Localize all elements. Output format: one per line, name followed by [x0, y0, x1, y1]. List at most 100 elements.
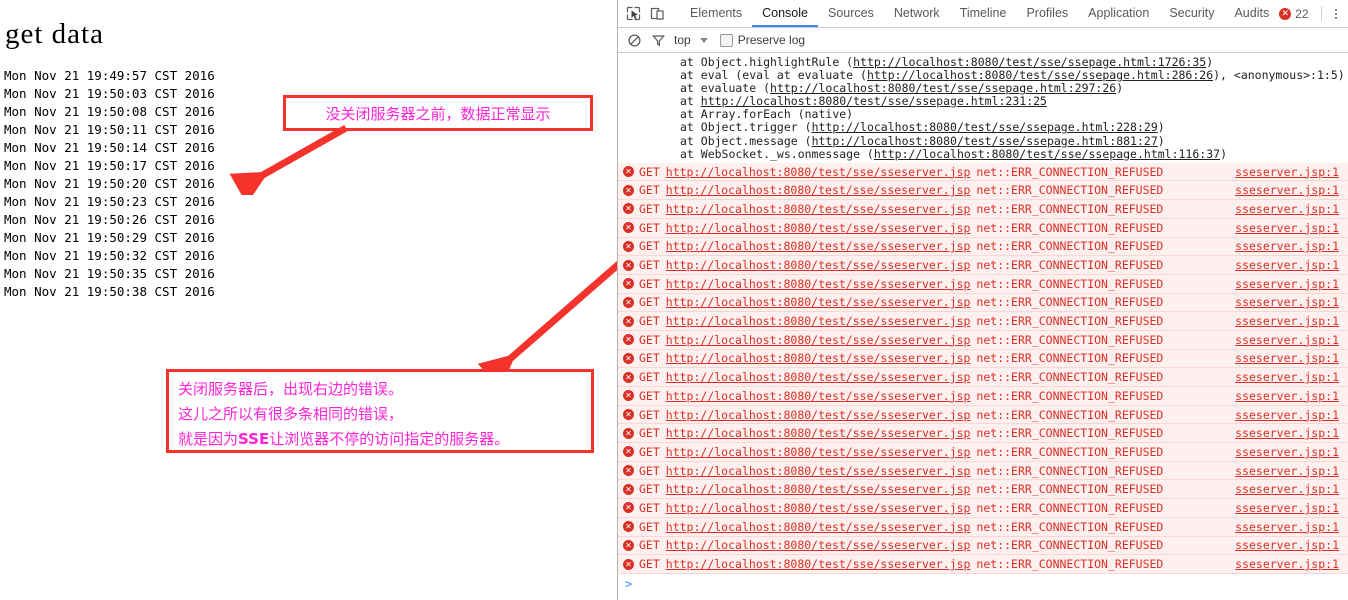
- stack-frame-link[interactable]: http://localhost:8080/test/sse/ssepage.h…: [812, 135, 1158, 148]
- stack-trace-line: at Object.trigger (http://localhost:8080…: [618, 121, 1348, 134]
- device-toolbar-icon[interactable]: [648, 4, 667, 23]
- preserve-log-checkbox[interactable]: [719, 33, 733, 47]
- error-request-url[interactable]: http://localhost:8080/test/sse/sseserver…: [666, 426, 971, 440]
- error-request-url[interactable]: http://localhost:8080/test/sse/sseserver…: [666, 183, 971, 197]
- console-error-row[interactable]: ✕ GET http://localhost:8080/test/sse/ssese…: [618, 443, 1348, 462]
- error-request-url[interactable]: http://localhost:8080/test/sse/sseserver…: [666, 557, 971, 571]
- error-source-link[interactable]: sseserver.jsp:1: [1235, 314, 1339, 328]
- tab-profiles[interactable]: Profiles: [1016, 0, 1078, 27]
- console-error-row[interactable]: ✕ GET http://localhost:8080/test/sse/ssese…: [618, 461, 1348, 481]
- error-source-link[interactable]: sseserver.jsp:1: [1235, 557, 1339, 571]
- error-source-link[interactable]: sseserver.jsp:1: [1235, 408, 1339, 422]
- error-request-url[interactable]: http://localhost:8080/test/sse/sseserver…: [666, 501, 971, 515]
- stack-frame-text: at Object.message (: [680, 134, 812, 148]
- tab-timeline[interactable]: Timeline: [950, 0, 1017, 27]
- tab-security[interactable]: Security: [1159, 0, 1224, 27]
- error-source-link[interactable]: sseserver.jsp:1: [1235, 165, 1339, 179]
- error-source-link[interactable]: sseserver.jsp:1: [1235, 501, 1339, 515]
- console-error-row[interactable]: ✕ GET http://localhost:8080/test/sse/ssese…: [618, 162, 1348, 182]
- preserve-log-toggle[interactable]: Preserve log: [719, 33, 805, 47]
- error-source-link[interactable]: sseserver.jsp:1: [1235, 445, 1339, 459]
- tab-elements[interactable]: Elements: [680, 0, 752, 27]
- console-error-row[interactable]: ✕ GET http://localhost:8080/test/sse/ssese…: [618, 555, 1348, 574]
- console-error-row[interactable]: ✕ GET http://localhost:8080/test/sse/ssese…: [618, 349, 1348, 369]
- error-source-link[interactable]: sseserver.jsp:1: [1235, 351, 1339, 365]
- error-request-url[interactable]: http://localhost:8080/test/sse/sseserver…: [666, 464, 971, 478]
- filter-funnel-icon[interactable]: [650, 32, 666, 48]
- clear-console-icon[interactable]: [626, 32, 642, 48]
- error-source-link[interactable]: sseserver.jsp:1: [1235, 183, 1339, 197]
- error-request-url[interactable]: http://localhost:8080/test/sse/sseserver…: [666, 389, 971, 403]
- execution-context-dropdown[interactable]: top: [674, 33, 708, 47]
- error-request-url[interactable]: http://localhost:8080/test/sse/sseserver…: [666, 445, 971, 459]
- console-error-row[interactable]: ✕ GET http://localhost:8080/test/sse/ssese…: [618, 181, 1348, 201]
- error-request-url[interactable]: http://localhost:8080/test/sse/sseserver…: [666, 520, 971, 534]
- error-source-link[interactable]: sseserver.jsp:1: [1235, 389, 1339, 403]
- tab-console[interactable]: Console: [752, 0, 818, 27]
- error-source-link[interactable]: sseserver.jsp:1: [1235, 277, 1339, 291]
- error-request-url[interactable]: http://localhost:8080/test/sse/sseserver…: [666, 258, 971, 272]
- error-request-url[interactable]: http://localhost:8080/test/sse/sseserver…: [666, 277, 971, 291]
- error-count-badge[interactable]: ✕ 22: [1279, 7, 1314, 21]
- error-source-link[interactable]: sseserver.jsp:1: [1235, 520, 1339, 534]
- error-source-link[interactable]: sseserver.jsp:1: [1235, 239, 1339, 253]
- console-error-row[interactable]: ✕ GET http://localhost:8080/test/sse/ssese…: [618, 424, 1348, 444]
- console-error-row[interactable]: ✕ GET http://localhost:8080/test/sse/ssese…: [618, 517, 1348, 537]
- stack-frame-link[interactable]: http://localhost:8080/test/sse/ssepage.h…: [701, 95, 1047, 108]
- inspect-element-icon[interactable]: [624, 4, 643, 23]
- error-source-link[interactable]: sseserver.jsp:1: [1235, 258, 1339, 272]
- tab-application[interactable]: Application: [1078, 0, 1159, 27]
- error-request-method: GET: [639, 557, 660, 572]
- stack-frame-link[interactable]: http://localhost:8080/test/sse/ssepage.h…: [867, 69, 1213, 82]
- error-request-url[interactable]: http://localhost:8080/test/sse/sseserver…: [666, 408, 971, 422]
- error-source-link[interactable]: sseserver.jsp:1: [1235, 538, 1339, 552]
- error-source-link[interactable]: sseserver.jsp:1: [1235, 295, 1339, 309]
- console-error-row[interactable]: ✕ GET http://localhost:8080/test/sse/ssese…: [618, 218, 1348, 238]
- stack-frame-link[interactable]: http://localhost:8080/test/sse/ssepage.h…: [770, 82, 1116, 95]
- error-request-url[interactable]: http://localhost:8080/test/sse/sseserver…: [666, 165, 971, 179]
- console-error-row[interactable]: ✕ GET http://localhost:8080/test/sse/ssese…: [618, 387, 1348, 406]
- tab-sources[interactable]: Sources: [818, 0, 884, 27]
- console-error-row[interactable]: ✕ GET http://localhost:8080/test/sse/ssese…: [618, 499, 1348, 518]
- console-error-row[interactable]: ✕ GET http://localhost:8080/test/sse/ssese…: [618, 368, 1348, 387]
- console-message-list[interactable]: at Object.highlightRule (http://localhos…: [618, 53, 1348, 600]
- console-error-row[interactable]: ✕ GET http://localhost:8080/test/sse/ssese…: [618, 200, 1348, 219]
- error-request-url[interactable]: http://localhost:8080/test/sse/sseserver…: [666, 314, 971, 328]
- error-source-link[interactable]: sseserver.jsp:1: [1235, 426, 1339, 440]
- tab-audits[interactable]: Audits: [1224, 0, 1279, 27]
- error-request-url[interactable]: http://localhost:8080/test/sse/sseserver…: [666, 221, 971, 235]
- console-error-row[interactable]: ✕ GET http://localhost:8080/test/sse/ssese…: [618, 312, 1348, 331]
- console-input-prompt[interactable]: >: [618, 573, 1348, 594]
- stack-frame-link[interactable]: http://localhost:8080/test/sse/ssepage.h…: [853, 56, 1206, 69]
- error-icon: ✕: [623, 166, 634, 178]
- console-error-row[interactable]: ✕ GET http://localhost:8080/test/sse/ssese…: [618, 256, 1348, 275]
- annotation-box-bottom: 关闭服务器后，出现右边的错误。 这儿之所以有很多条相同的错误， 就是因为SSE让…: [166, 369, 594, 453]
- console-error-row[interactable]: ✕ GET http://localhost:8080/test/sse/ssese…: [618, 536, 1348, 556]
- console-error-row[interactable]: ✕ GET http://localhost:8080/test/sse/ssese…: [618, 405, 1348, 425]
- error-request-url[interactable]: http://localhost:8080/test/sse/sseserver…: [666, 538, 971, 552]
- error-request-url[interactable]: http://localhost:8080/test/sse/sseserver…: [666, 370, 971, 384]
- error-source-link[interactable]: sseserver.jsp:1: [1235, 333, 1339, 347]
- error-request-url[interactable]: http://localhost:8080/test/sse/sseserver…: [666, 482, 971, 496]
- console-error-row[interactable]: ✕ GET http://localhost:8080/test/sse/ssese…: [618, 330, 1348, 350]
- error-message-text: net::ERR_CONNECTION_REFUSED: [976, 201, 1164, 216]
- stack-frame-link[interactable]: http://localhost:8080/test/sse/ssepage.h…: [812, 121, 1158, 134]
- error-request-url[interactable]: http://localhost:8080/test/sse/sseserver…: [666, 202, 971, 216]
- console-error-row[interactable]: ✕ GET http://localhost:8080/test/sse/ssese…: [618, 480, 1348, 500]
- error-request-url[interactable]: http://localhost:8080/test/sse/sseserver…: [666, 295, 971, 309]
- error-source-link[interactable]: sseserver.jsp:1: [1235, 221, 1339, 235]
- error-source-link[interactable]: sseserver.jsp:1: [1235, 202, 1339, 216]
- console-error-row[interactable]: ✕ GET http://localhost:8080/test/sse/ssese…: [618, 293, 1348, 313]
- console-error-row[interactable]: ✕ GET http://localhost:8080/test/sse/ssese…: [618, 237, 1348, 257]
- error-source-link[interactable]: sseserver.jsp:1: [1235, 370, 1339, 384]
- more-options-icon[interactable]: [1328, 5, 1344, 23]
- error-source-link[interactable]: sseserver.jsp:1: [1235, 464, 1339, 478]
- error-request-url[interactable]: http://localhost:8080/test/sse/sseserver…: [666, 239, 971, 253]
- stack-frame-link[interactable]: http://localhost:8080/test/sse/ssepage.h…: [874, 148, 1220, 161]
- tab-network[interactable]: Network: [884, 0, 950, 27]
- toolbar-divider-right: [1320, 6, 1322, 21]
- console-error-row[interactable]: ✕ GET http://localhost:8080/test/sse/ssese…: [618, 274, 1348, 294]
- error-request-url[interactable]: http://localhost:8080/test/sse/sseserver…: [666, 333, 971, 347]
- error-source-link[interactable]: sseserver.jsp:1: [1235, 482, 1339, 496]
- error-request-url[interactable]: http://localhost:8080/test/sse/sseserver…: [666, 351, 971, 365]
